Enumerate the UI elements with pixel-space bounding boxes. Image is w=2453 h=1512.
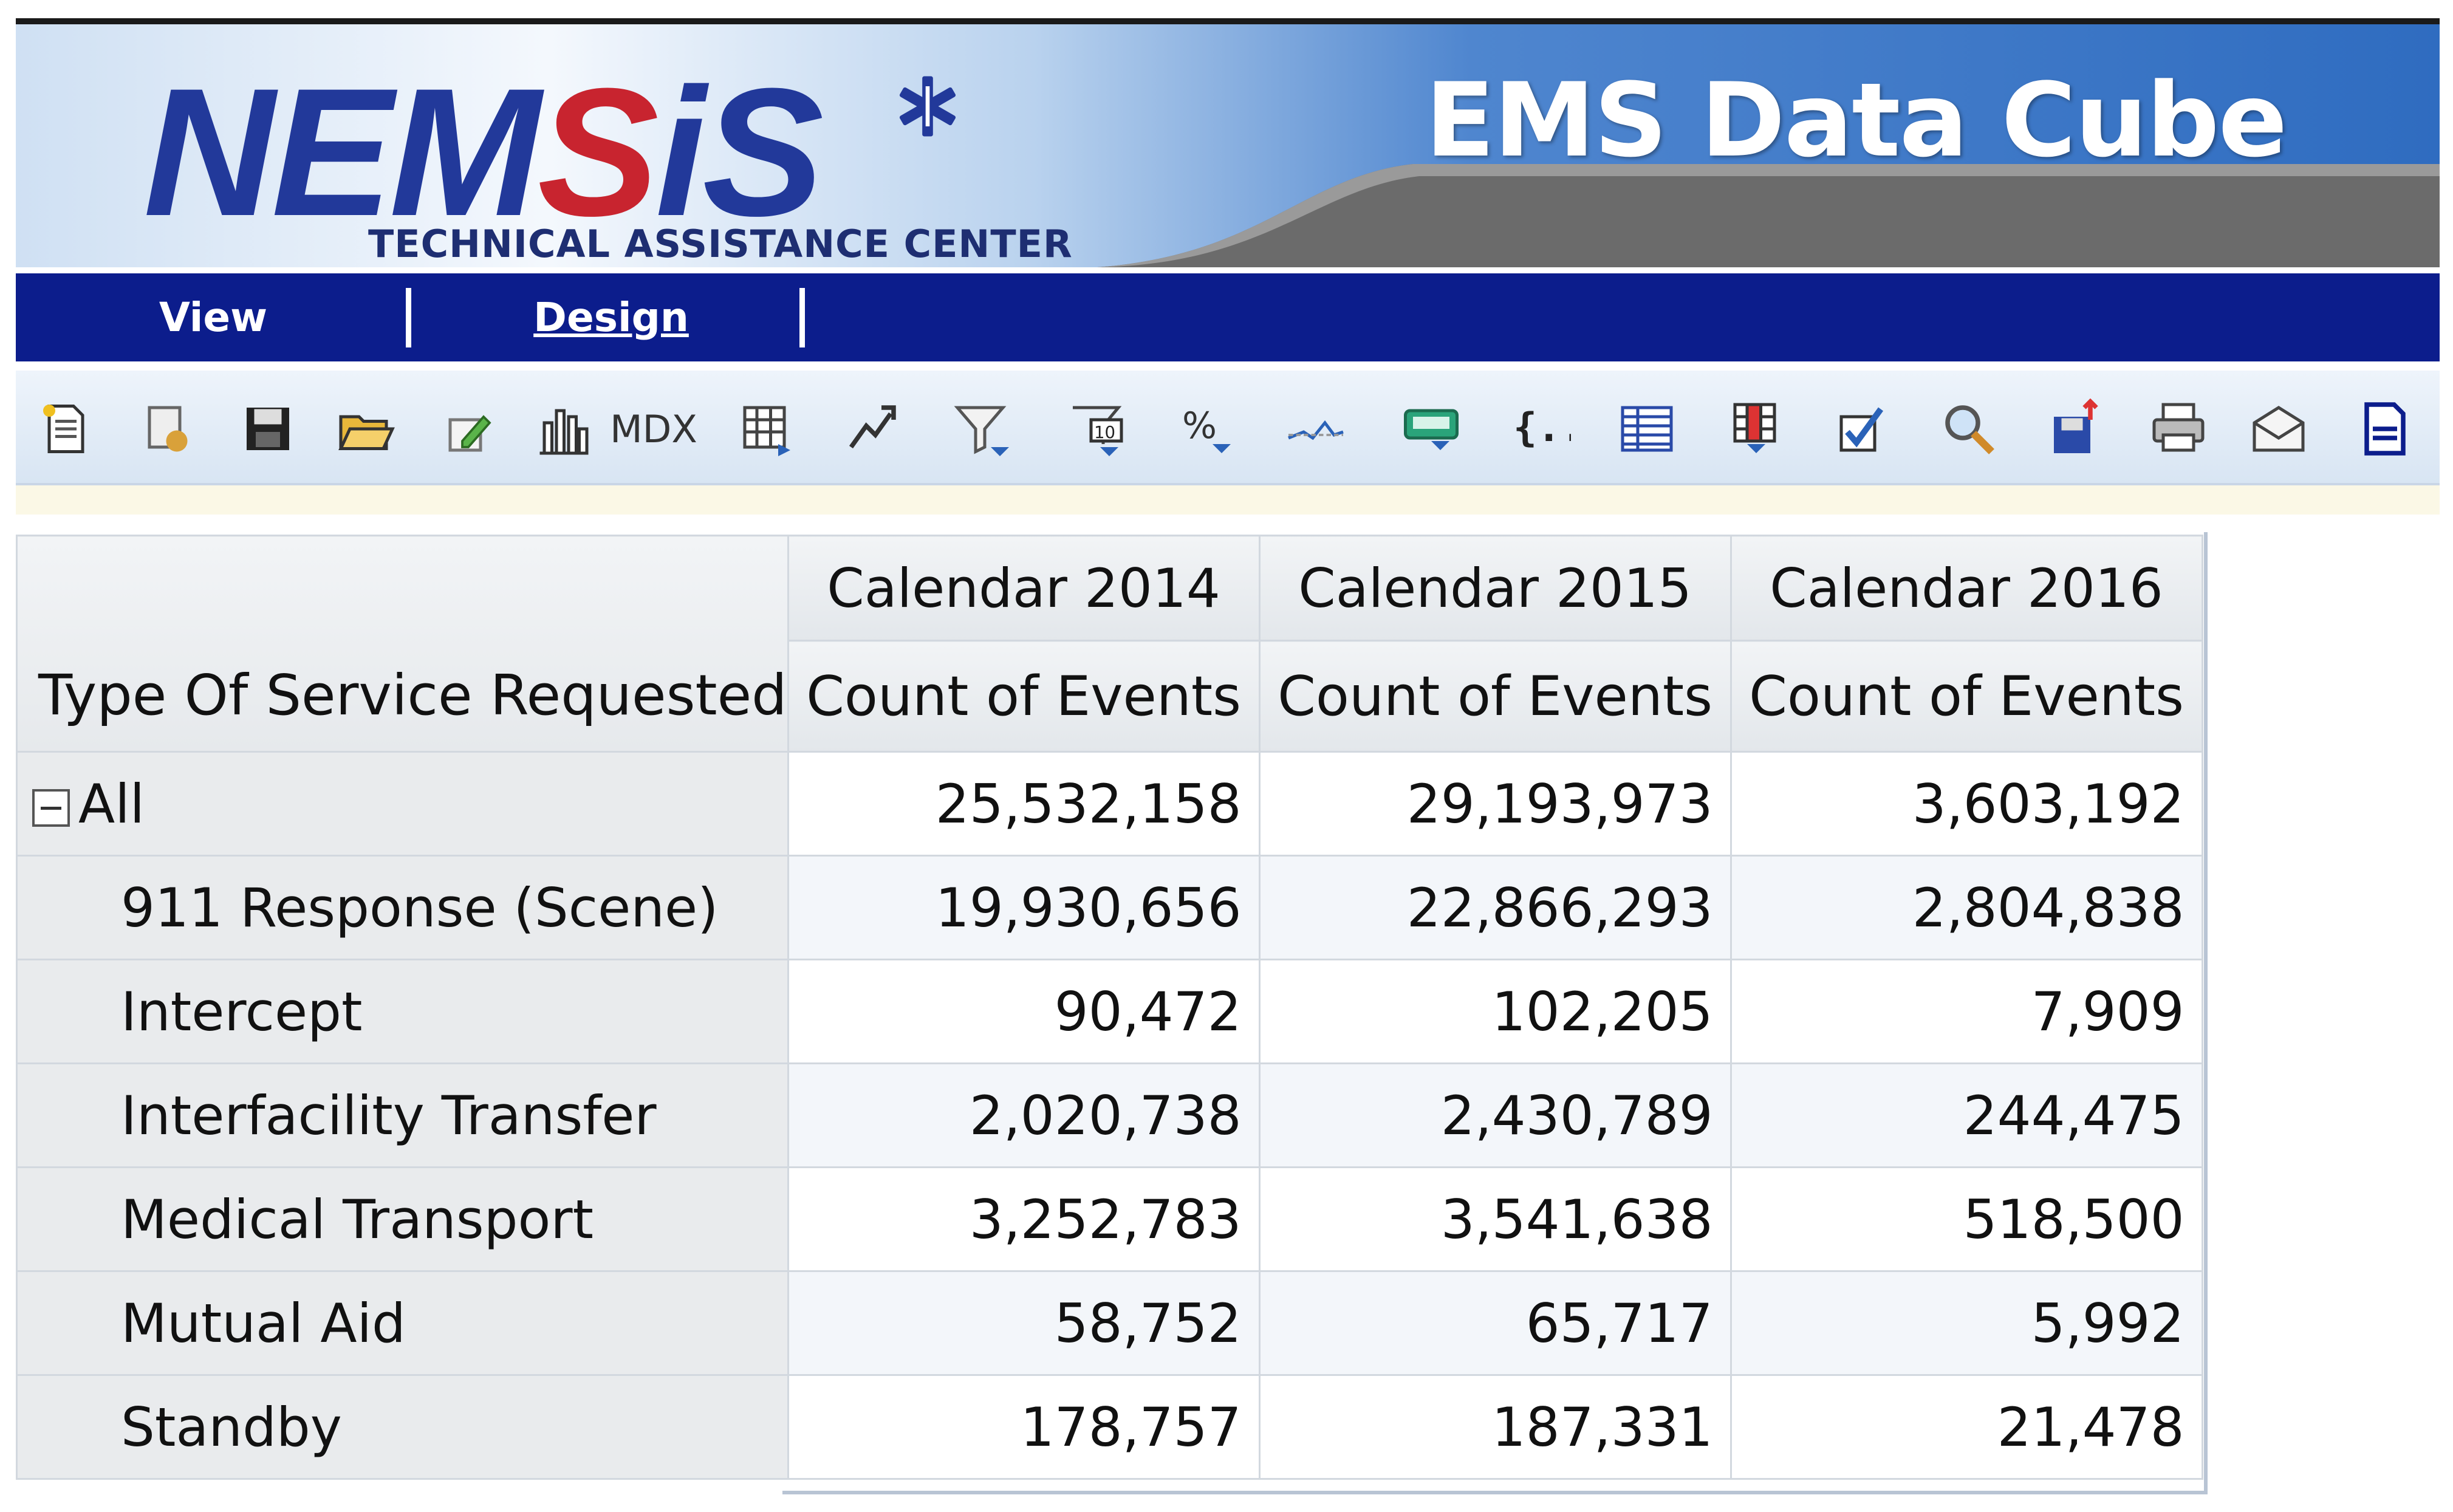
column-header-row: Type Of Service Requested Calendar 2014 … [16,535,2203,753]
tab-view[interactable]: View [16,273,411,361]
header-banner: NEMSiS TECHNICAL ASSISTANCE CENTER EMS D… [16,24,2440,267]
new-report-icon[interactable] [28,392,101,465]
save-icon[interactable] [231,392,304,465]
table-cell[interactable]: 518,500 [1729,1166,2203,1272]
edit-icon[interactable] [432,392,505,465]
properties-icon[interactable] [131,392,204,465]
nav-separator [406,288,411,347]
table-row: Interfacility Transfer 2,020,738 2,430,7… [16,1062,2203,1168]
row-header[interactable]: 911 Response (Scene) [16,855,789,960]
pivot-grid-icon[interactable] [730,392,802,465]
table-row: Mutual Aid 58,752 65,717 5,992 [16,1270,2203,1376]
print-icon[interactable] [2142,392,2215,465]
svg-text:{..}: {..} [1513,405,1571,451]
table-cell[interactable]: 2,804,838 [1729,855,2203,960]
table-cell[interactable]: 90,472 [787,959,1261,1064]
toolbar-strip [16,485,2440,515]
pivot-table: Type Of Service Requested Calendar 2014 … [16,535,2203,1480]
search-icon[interactable] [1932,392,2005,465]
row-dimension-header[interactable]: Type Of Service Requested [16,535,789,753]
column-select-icon[interactable] [1720,392,1793,465]
table-row: All 25,532,158 29,193,973 3,603,192 [16,751,2203,857]
nav-separator [799,288,805,347]
braces-icon[interactable]: {..} [1504,392,1577,465]
open-folder-icon[interactable] [329,392,402,465]
table-layout-icon[interactable] [1610,392,1683,465]
row-header[interactable]: Medical Transport [16,1166,789,1272]
table-row: Medical Transport 3,252,783 3,541,638 51… [16,1166,2203,1272]
table-cell[interactable]: 3,252,783 [787,1166,1261,1272]
table-cell[interactable]: 25,532,158 [787,751,1261,857]
table-cell[interactable]: 2,020,738 [787,1062,1261,1168]
collapse-icon[interactable] [32,788,70,827]
table-cell[interactable]: 22,866,293 [1258,855,1732,960]
row-header-all: All [16,751,789,857]
table-cell[interactable]: 244,475 [1729,1062,2203,1168]
measure-header[interactable]: Count of Events [1258,640,1732,753]
table-cell[interactable]: 65,717 [1258,1270,1732,1376]
nav-bar: View Design [16,273,2440,361]
logo-subtitle: TECHNICAL ASSISTANCE CENTER [368,222,1073,266]
table-cell[interactable]: 29,193,973 [1258,751,1732,857]
checkbox-icon[interactable] [1826,392,1899,465]
svg-text:%: % [1182,405,1217,447]
email-icon[interactable] [2242,392,2315,465]
svg-text:10: 10 [1094,423,1115,442]
app-title: EMS Data Cube [1425,61,2288,180]
row-header[interactable]: Interfacility Transfer [16,1062,789,1168]
export-icon[interactable] [2039,392,2112,465]
table-cell[interactable]: 3,541,638 [1258,1166,1732,1272]
table-row: 911 Response (Scene) 19,930,656 22,866,2… [16,855,2203,960]
calculator-icon[interactable] [1395,392,1468,465]
table-cell[interactable]: 178,757 [787,1374,1261,1480]
star-of-life-icon [899,76,956,137]
table-row: Intercept 90,472 102,205 7,909 [16,959,2203,1064]
table-cell[interactable]: 187,331 [1258,1374,1732,1480]
table-cell[interactable]: 3,603,192 [1729,751,2203,857]
toolbar: MDX 10 % {..} [16,371,2440,485]
chart-icon[interactable] [526,392,599,465]
column-header-2015[interactable]: Calendar 2015 [1258,535,1732,641]
column-header-2014[interactable]: Calendar 2014 [787,535,1261,641]
measure-header[interactable]: Count of Events [787,640,1261,753]
filter-icon[interactable] [945,392,1018,465]
table-cell[interactable]: 102,205 [1258,959,1732,1064]
table-cell[interactable]: 7,909 [1729,959,2203,1064]
table-cell[interactable]: 19,930,656 [787,855,1261,960]
measure-header[interactable]: Count of Events [1729,640,2203,753]
trend-line-icon[interactable] [1279,392,1352,465]
table-cell[interactable]: 5,992 [1729,1270,2203,1376]
tab-design[interactable]: Design [417,273,806,361]
table-cell[interactable]: 21,478 [1729,1374,2203,1480]
document-icon[interactable] [2349,392,2421,465]
table-cell[interactable]: 2,430,789 [1258,1062,1732,1168]
row-header[interactable]: Mutual Aid [16,1270,789,1376]
top-ten-icon[interactable]: 10 [1061,392,1134,465]
top-border [16,18,2440,24]
percent-icon[interactable]: % [1170,392,1243,465]
row-header[interactable]: Intercept [16,959,789,1064]
row-header[interactable]: Standby [16,1374,789,1480]
table-cell[interactable]: 58,752 [787,1270,1261,1376]
drill-icon[interactable] [833,392,906,465]
table-row: Standby 178,757 187,331 21,478 [16,1374,2203,1480]
nemsis-logo: NEMSiS TECHNICAL ASSISTANCE CENTER [143,50,1073,266]
column-header-2016[interactable]: Calendar 2016 [1729,535,2203,641]
mdx-button[interactable]: MDX [608,392,699,465]
